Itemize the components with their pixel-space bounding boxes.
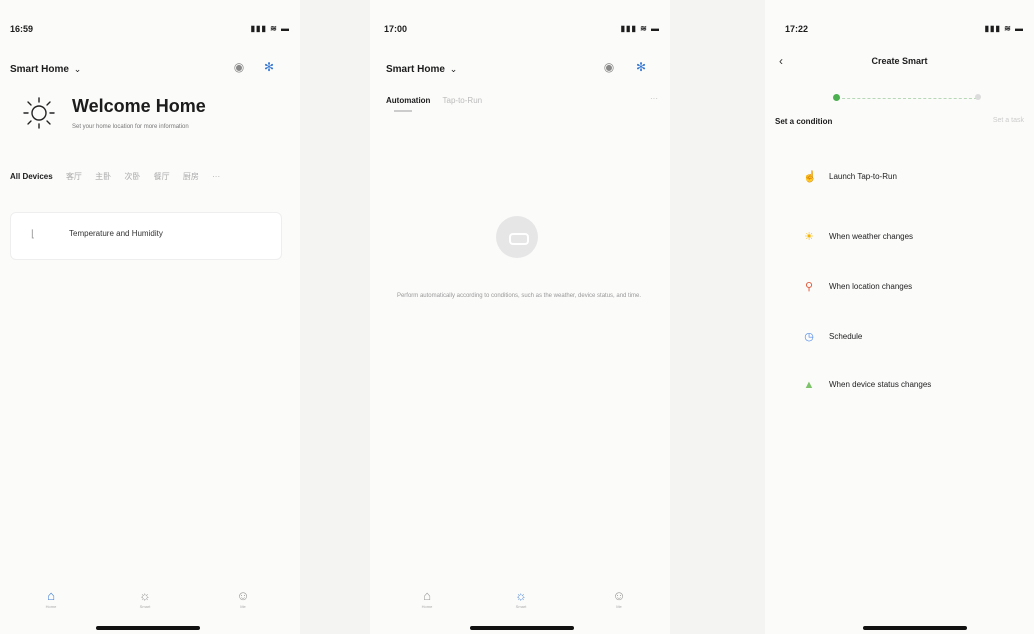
location-pin-icon: ⚲ [804, 281, 814, 293]
tab-room[interactable]: 餐厅 [154, 172, 170, 181]
sun-icon: ☼ [139, 588, 151, 603]
tab-room[interactable]: 主卧 [95, 172, 111, 181]
tabbar-label: Smart [515, 604, 527, 609]
chevron-down-icon: ⌄ [73, 64, 82, 74]
step-progress-next [975, 94, 981, 100]
sun-icon [23, 97, 55, 129]
status-time: 16:59 [10, 24, 34, 34]
home-indicator[interactable] [470, 626, 574, 630]
profile-icon: ☺ [236, 588, 250, 603]
device-name: Temperature and Humidity [69, 229, 163, 238]
condition-label: Launch Tap-to-Run [829, 172, 897, 181]
device-icon: ▲ [803, 379, 815, 391]
sun-icon: ☀ [804, 231, 814, 243]
home-selector[interactable]: Smart Home ⌄ [386, 64, 457, 75]
tabbar-label: Me [616, 604, 622, 609]
set-task-label: Set a task [992, 117, 1024, 124]
room-tabs: All Devices 客厅 主卧 次卧 餐厅 厨房 ··· [10, 171, 231, 182]
home-indicator[interactable] [96, 626, 200, 630]
tabbar-label: Home [45, 604, 57, 609]
tab-tap-to-run[interactable]: Tap-to-Run [443, 96, 483, 105]
tabbar-smart[interactable]: ☼ Smart [506, 588, 536, 609]
add-device-icon[interactable]: ◉ [602, 60, 616, 74]
smart-screen: 17:00 ▮▮▮ ≋ ▬ Smart Home ⌄ ◉ ✻ Automatio… [370, 0, 670, 634]
page-title: Create Smart [871, 56, 928, 66]
home-icon: ⌂ [47, 588, 55, 603]
welcome-title: Welcome Home [72, 96, 206, 116]
tab-underline [394, 110, 412, 112]
tabbar-smart[interactable]: ☼ Smart [130, 588, 160, 609]
empty-state-text: Perform automatically according to condi… [396, 293, 642, 299]
condition-label: When device status changes [829, 380, 932, 389]
set-condition-label: Set a condition [775, 117, 833, 126]
tab-room[interactable]: 次卧 [124, 172, 140, 181]
empty-state-icon [496, 216, 538, 258]
condition-label: Schedule [829, 332, 863, 341]
tab-all-devices[interactable]: All Devices [10, 172, 53, 181]
more-tabs-icon[interactable]: ··· [212, 172, 220, 181]
tabbar-home[interactable]: ⌂ Home [36, 588, 66, 609]
add-device-icon[interactable]: ◉ [232, 60, 246, 74]
condition-label: When location changes [829, 282, 913, 291]
settings-gear-icon[interactable]: ✻ [634, 60, 648, 74]
home-name: Smart Home [10, 64, 69, 75]
smart-tabs: Automation Tap-to-Run [386, 96, 482, 105]
tabbar-label: Smart [139, 604, 151, 609]
status-indicators: ▮▮▮ ≋ ▬ [984, 24, 1024, 33]
status-time: 17:00 [384, 24, 408, 34]
tabbar-home[interactable]: ⌂ Home [412, 588, 442, 609]
tabbar-label: Home [421, 604, 433, 609]
settings-gear-icon[interactable]: ✻ [262, 60, 276, 74]
chevron-down-icon: ⌄ [449, 64, 458, 74]
more-icon[interactable]: ··· [650, 94, 658, 103]
tab-room[interactable]: 厨房 [183, 172, 199, 181]
create-smart-screen: 17:22 ▮▮▮ ≋ ▬ ‹ Create Smart Set a condi… [765, 0, 1034, 634]
tabbar-me[interactable]: ☺ Me [604, 588, 634, 609]
step-progress-current [833, 94, 840, 101]
tab-automation[interactable]: Automation [386, 96, 430, 105]
step-progress-track [837, 98, 977, 99]
home-icon: ⌂ [423, 588, 431, 603]
status-bar: 17:00 ▮▮▮ ≋ ▬ [384, 24, 660, 40]
status-time: 17:22 [785, 24, 809, 34]
thermometer-icon: ⌊ [31, 229, 35, 240]
status-indicators: ▮▮▮ ≋ ▬ [250, 24, 290, 33]
status-bar: 16:59 ▮▮▮ ≋ ▬ [10, 24, 290, 40]
welcome-subtitle[interactable]: Set your home location for more informat… [72, 124, 189, 130]
profile-icon: ☺ [612, 588, 626, 603]
tabbar-label: Me [240, 604, 246, 609]
home-indicator[interactable] [863, 626, 967, 630]
clock-icon: ◷ [804, 331, 814, 343]
home-name: Smart Home [386, 64, 445, 75]
condition-label: When weather changes [829, 232, 914, 241]
tab-room[interactable]: 客厅 [66, 172, 82, 181]
tabbar-me[interactable]: ☺ Me [228, 588, 258, 609]
status-bar: 17:22 ▮▮▮ ≋ ▬ [785, 24, 1024, 40]
device-card[interactable]: ⌊ Temperature and Humidity [10, 212, 282, 260]
status-indicators: ▮▮▮ ≋ ▬ [620, 24, 660, 33]
sun-icon: ☼ [515, 588, 527, 603]
home-screen: 16:59 ▮▮▮ ≋ ▬ Smart Home ⌄ ◉ ✻ Welcome H… [0, 0, 300, 634]
hand-icon: ☝ [803, 171, 817, 183]
home-selector[interactable]: Smart Home ⌄ [10, 64, 81, 75]
